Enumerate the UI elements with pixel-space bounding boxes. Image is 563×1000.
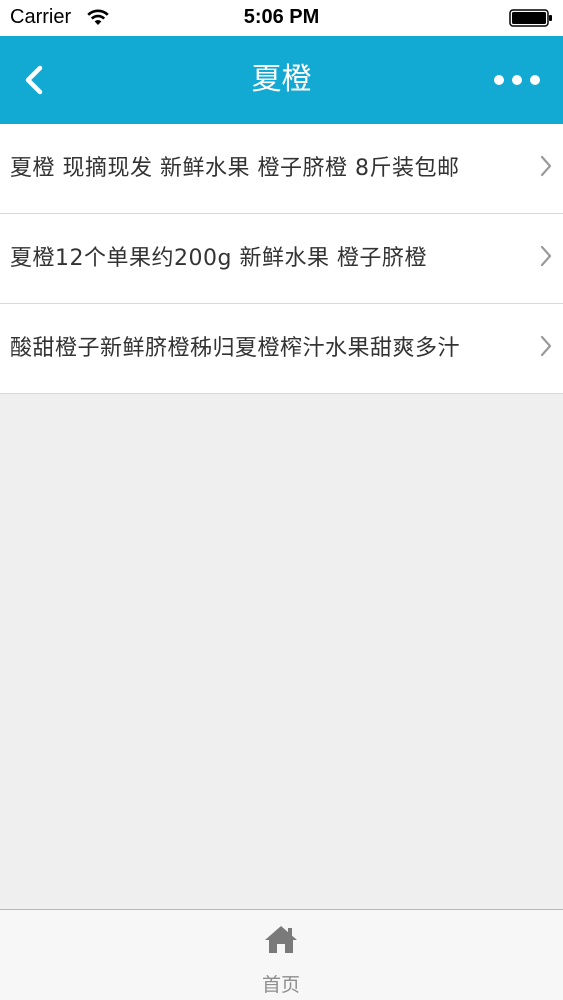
status-bar: Carrier 5:06 PM	[0, 0, 563, 36]
chevron-right-icon	[540, 155, 552, 177]
product-list: 夏橙 现摘现发 新鲜水果 橙子脐橙 8斤装包邮 夏橙12个单果约200g 新鲜水…	[0, 124, 563, 394]
list-item-label: 夏橙12个单果约200g 新鲜水果 橙子脐橙	[10, 246, 427, 271]
tab-home[interactable]: 首页	[231, 910, 331, 1000]
page-title: 夏橙	[251, 62, 312, 97]
app-screen: Carrier 5:06 PM 夏橙 夏橙 现摘现发 新鲜水果 橙子脐橙 8斤装…	[0, 0, 563, 1000]
list-item-label: 夏橙 现摘现发 新鲜水果 橙子脐橙 8斤装包邮	[10, 156, 460, 181]
battery-icon	[509, 9, 552, 27]
more-dots-icon[interactable]	[493, 66, 541, 94]
chevron-right-icon	[540, 335, 552, 357]
tab-label: 首页	[261, 974, 300, 996]
home-icon	[265, 926, 297, 953]
tab-bar: 首页	[0, 909, 563, 1000]
status-time: 5:06 PM	[243, 6, 320, 28]
list-item[interactable]: 酸甜橙子新鲜脐橙秭归夏橙榨汁水果甜爽多汁	[0, 304, 563, 394]
list-item[interactable]: 夏橙 现摘现发 新鲜水果 橙子脐橙 8斤装包邮	[0, 124, 563, 214]
chevron-right-icon	[540, 245, 552, 267]
list-item[interactable]: 夏橙12个单果约200g 新鲜水果 橙子脐橙	[0, 214, 563, 304]
list-item-label: 酸甜橙子新鲜脐橙秭归夏橙榨汁水果甜爽多汁	[10, 336, 461, 361]
navigation-bar: 夏橙	[0, 36, 563, 124]
